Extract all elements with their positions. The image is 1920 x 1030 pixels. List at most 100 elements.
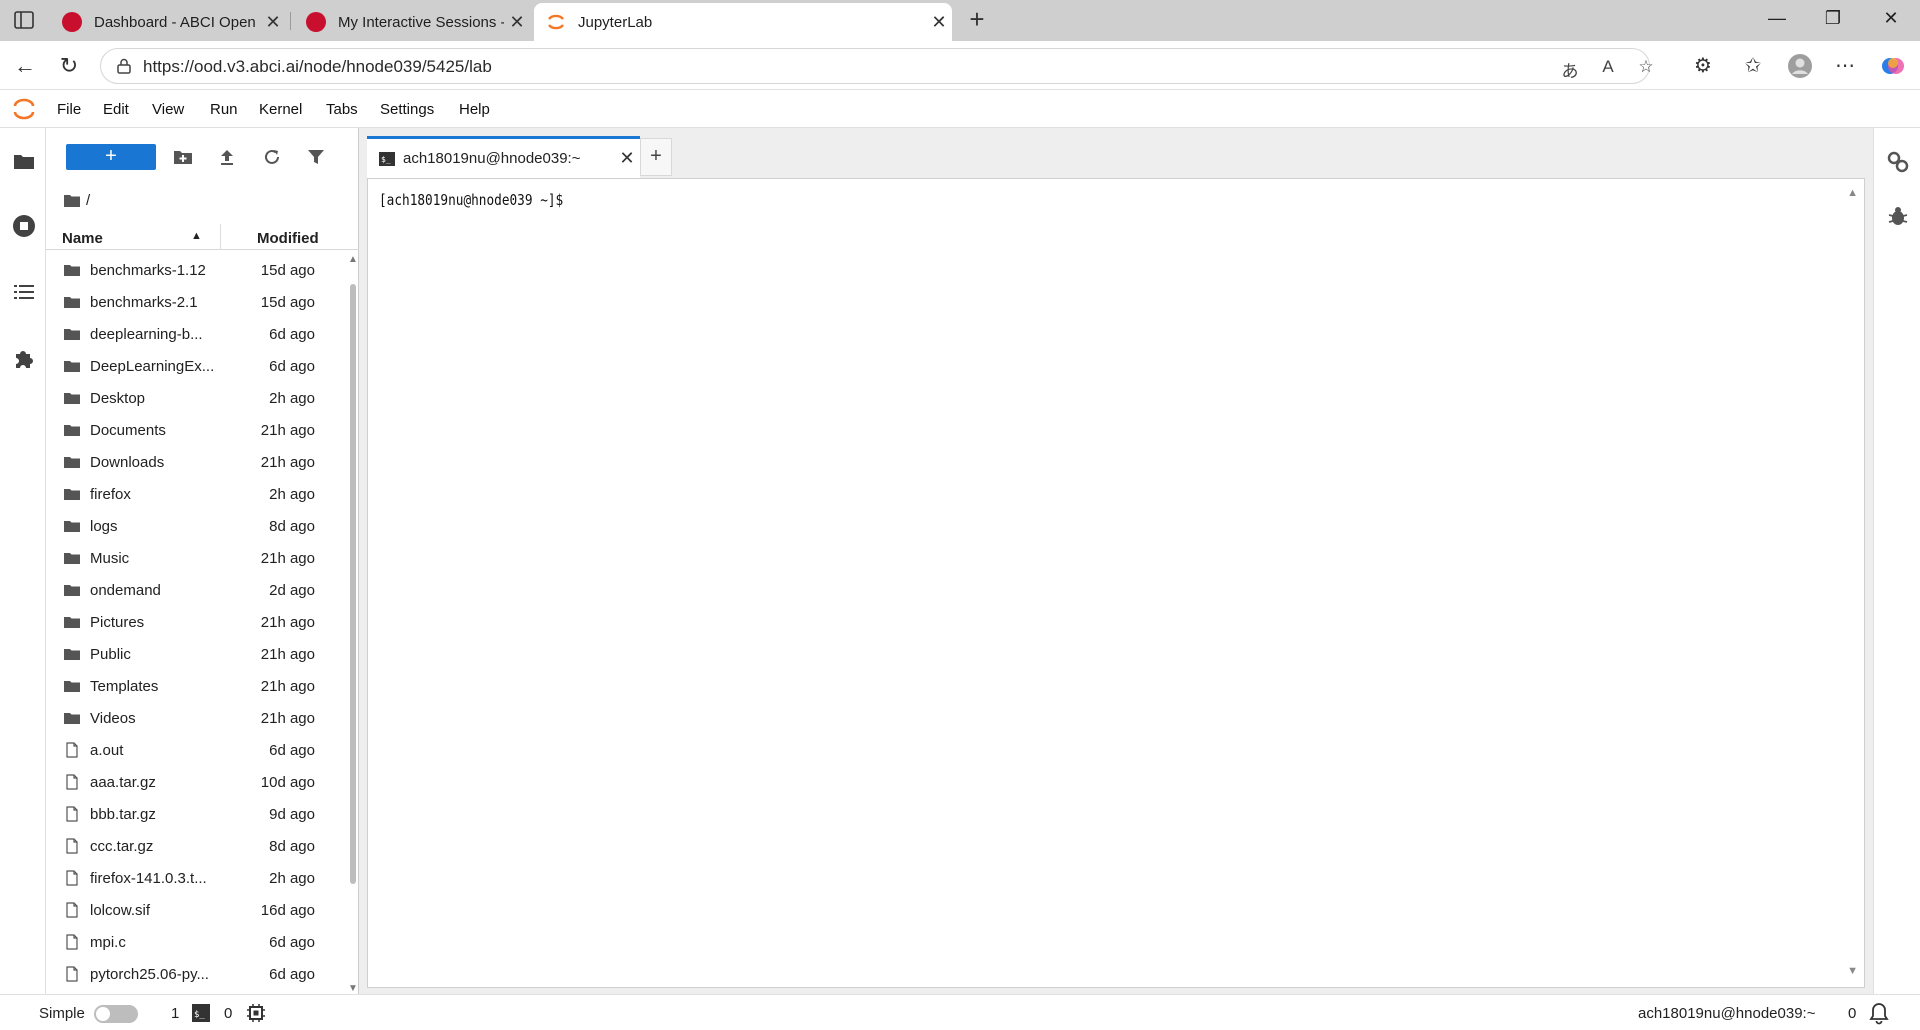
file-list-item[interactable]: Pictures 21h ago xyxy=(46,606,346,638)
file-list-item[interactable]: ccc.tar.gz 8d ago xyxy=(46,830,346,862)
menu-view[interactable]: View xyxy=(152,101,184,118)
browser-tab-title: My Interactive Sessions - ABCI OpenOnDem… xyxy=(338,13,504,31)
profile-avatar-icon[interactable] xyxy=(1787,53,1813,79)
column-header-name[interactable]: Name xyxy=(62,230,103,247)
file-list-item[interactable]: Desktop 2h ago xyxy=(46,382,346,414)
file-name: Documents xyxy=(90,421,166,439)
file-list-item[interactable]: mpi.c 6d ago xyxy=(46,926,346,958)
more-menu-icon[interactable]: ⋯ xyxy=(1832,53,1858,79)
close-tab-icon[interactable]: ✕ xyxy=(260,12,286,33)
terminal-tab[interactable]: $_ ach18019nu@hnode039:~ ✕ xyxy=(367,136,640,178)
file-icon xyxy=(66,934,78,950)
filter-icon[interactable] xyxy=(305,146,327,168)
running-sessions-icon[interactable] xyxy=(12,214,36,238)
file-modified: 15d ago xyxy=(260,293,315,311)
browser-tab-jupyterlab[interactable]: JupyterLab ✕ xyxy=(534,3,952,41)
restore-icon[interactable]: ❐ xyxy=(1818,8,1848,29)
browser-tab-dashboard[interactable]: Dashboard - ABCI Open OnDemand ✕ xyxy=(50,3,286,41)
file-list-item[interactable]: Documents 21h ago xyxy=(46,414,346,446)
translate-icon[interactable]: あ xyxy=(1557,57,1583,82)
new-folder-icon[interactable] xyxy=(172,146,194,168)
file-list-item[interactable]: Music 21h ago xyxy=(46,542,346,574)
site-info-icon[interactable] xyxy=(115,57,133,75)
close-tab-icon[interactable]: ✕ xyxy=(614,148,640,169)
scroll-up-arrow-icon[interactable]: ▲ xyxy=(348,254,358,265)
debugger-bug-icon[interactable] xyxy=(1886,204,1910,228)
reload-icon[interactable]: ↻ xyxy=(56,53,82,79)
menu-run[interactable]: Run xyxy=(210,101,238,118)
file-list-item[interactable]: a.out 6d ago xyxy=(46,734,346,766)
sort-ascending-icon[interactable]: ▲ xyxy=(191,230,202,242)
column-divider[interactable] xyxy=(220,224,221,250)
refresh-icon[interactable] xyxy=(261,146,283,168)
file-browser-toolbar: + xyxy=(46,138,359,172)
notification-bell-icon[interactable] xyxy=(1868,1001,1890,1025)
upload-icon[interactable] xyxy=(216,146,238,168)
kernel-chip-icon[interactable] xyxy=(246,1003,266,1023)
file-list-item[interactable]: pytorch25.06-py... 6d ago xyxy=(46,958,346,990)
file-list-item[interactable]: benchmarks-1.12 15d ago xyxy=(46,254,346,286)
jupyter-menubar: File Edit View Run Kernel Tabs Settings … xyxy=(0,90,1920,128)
column-header-modified[interactable]: Modified xyxy=(257,230,319,247)
favorites-icon[interactable]: ✩ xyxy=(1740,53,1766,79)
copilot-icon[interactable] xyxy=(1880,53,1906,79)
terminal-icon[interactable]: $_ xyxy=(192,1004,210,1022)
close-tab-icon[interactable]: ✕ xyxy=(504,12,530,33)
notifications-count[interactable]: 0 xyxy=(1848,1005,1856,1022)
scroll-down-arrow-icon[interactable]: ▼ xyxy=(1847,965,1858,977)
file-name: mpi.c xyxy=(90,933,126,951)
minimize-icon[interactable]: — xyxy=(1762,8,1792,29)
simple-mode-toggle[interactable] xyxy=(94,1005,138,1023)
new-tab-button[interactable]: + xyxy=(962,5,992,35)
read-aloud-icon[interactable]: A xyxy=(1595,57,1621,77)
breadcrumb-root[interactable]: / xyxy=(86,192,90,209)
close-tab-icon[interactable]: ✕ xyxy=(926,12,952,33)
extension-manager-icon[interactable] xyxy=(12,346,36,370)
terminals-count[interactable]: 1 xyxy=(171,1005,179,1022)
tab-actions-icon[interactable] xyxy=(13,9,35,31)
browser-tab-sessions[interactable]: My Interactive Sessions - ABCI OpenOnDem… xyxy=(294,3,530,41)
menu-kernel[interactable]: Kernel xyxy=(259,101,302,118)
menu-settings[interactable]: Settings xyxy=(380,101,434,118)
kernels-count[interactable]: 0 xyxy=(224,1005,232,1022)
table-of-contents-icon[interactable] xyxy=(12,280,36,304)
file-list-item[interactable]: Public 21h ago xyxy=(46,638,346,670)
terminal-panel[interactable]: [ach18019nu@hnode039 ~]$ ▲ ▼ xyxy=(367,178,1865,988)
file-list-item[interactable]: bbb.tar.gz 9d ago xyxy=(46,798,346,830)
file-list-item[interactable]: Videos 21h ago xyxy=(46,702,346,734)
url-bar[interactable]: https://ood.v3.abci.ai/node/hnode039/542… xyxy=(100,48,1654,84)
folder-icon[interactable] xyxy=(12,149,36,173)
menu-file[interactable]: File xyxy=(57,101,81,118)
property-inspector-icon[interactable] xyxy=(1886,150,1910,174)
file-list-item[interactable]: logs 8d ago xyxy=(46,510,346,542)
file-name: benchmarks-2.1 xyxy=(90,293,198,311)
menu-edit[interactable]: Edit xyxy=(103,101,129,118)
file-list-item[interactable]: Downloads 21h ago xyxy=(46,446,346,478)
file-list-item[interactable]: aaa.tar.gz 10d ago xyxy=(46,766,346,798)
new-launcher-button[interactable]: + xyxy=(66,144,156,170)
scroll-down-arrow-icon[interactable]: ▼ xyxy=(348,983,358,994)
file-list-scrollbar[interactable]: ▲ ▼ xyxy=(346,254,359,994)
file-list-item[interactable]: Templates 21h ago xyxy=(46,670,346,702)
file-list-item[interactable]: benchmarks-2.1 15d ago xyxy=(46,286,346,318)
back-arrow-icon[interactable]: ← xyxy=(12,53,38,79)
simple-mode-label: Simple xyxy=(39,1005,85,1022)
home-folder-icon[interactable] xyxy=(64,194,80,207)
file-list-item[interactable]: ondemand 2d ago xyxy=(46,574,346,606)
add-tab-button[interactable]: + xyxy=(640,138,672,176)
file-list-item[interactable]: deeplearning-b... 6d ago xyxy=(46,318,346,350)
file-name: logs xyxy=(90,517,118,535)
file-list-item[interactable]: DeepLearningEx... 6d ago xyxy=(46,350,346,382)
menu-help[interactable]: Help xyxy=(459,101,490,118)
extensions-icon[interactable]: ⚙ xyxy=(1690,53,1716,79)
window-close-icon[interactable]: ✕ xyxy=(1876,8,1906,29)
menu-tabs[interactable]: Tabs xyxy=(326,101,358,118)
favorite-star-icon[interactable]: ☆ xyxy=(1633,57,1659,77)
file-modified: 10d ago xyxy=(260,773,315,791)
scroll-up-arrow-icon[interactable]: ▲ xyxy=(1847,187,1858,199)
main-dock-area: $_ ach18019nu@hnode039:~ ✕ + [ach18019nu… xyxy=(359,128,1873,994)
file-list-item[interactable]: firefox-141.0.3.t... 2h ago xyxy=(46,862,346,894)
scrollbar-thumb[interactable] xyxy=(350,284,356,884)
file-list-item[interactable]: firefox 2h ago xyxy=(46,478,346,510)
file-list-item[interactable]: lolcow.sif 16d ago xyxy=(46,894,346,926)
